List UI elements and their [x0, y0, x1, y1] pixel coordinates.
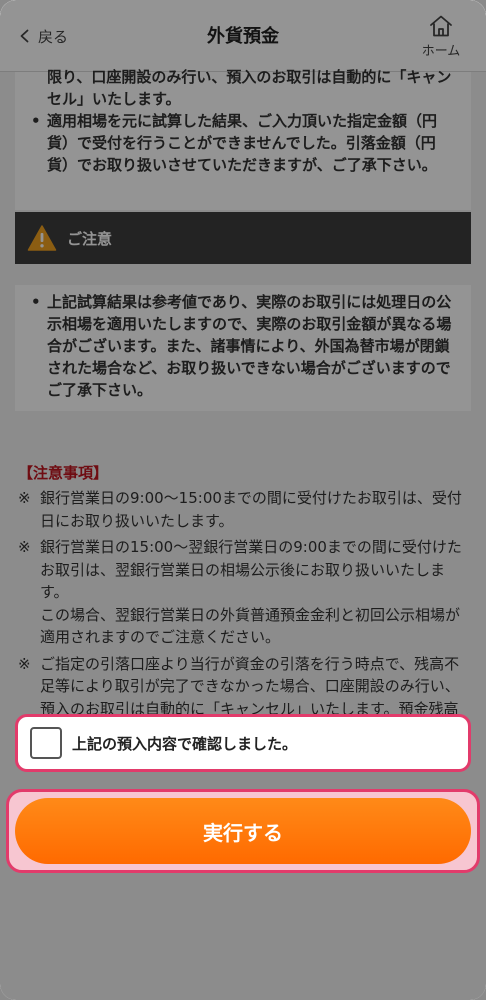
- app-header: 戻る 外貨預金 ホーム: [0, 0, 486, 72]
- home-icon: [430, 15, 452, 37]
- execute-highlight: 実行する: [6, 789, 480, 873]
- execute-button[interactable]: 実行する: [15, 798, 471, 864]
- caution-panel: 上記試算結果は参考値であり、実際のお取引には処理日の公示相場を適用いたしますので…: [15, 285, 471, 411]
- confirm-label[interactable]: 上記の預入内容で確認しました。: [72, 733, 297, 754]
- warning-triangle-icon: [27, 225, 57, 251]
- note-mark: ※: [18, 489, 31, 507]
- list-item: 適用相場を元に試算した結果、ご入力頂いた指定金額（円貨）で受付を行うことができま…: [25, 110, 457, 176]
- result-notice-panel: 限り、口座開設のみ行い、預入のお取引は自動的に「キャンセル」いたします。 適用相…: [15, 68, 471, 210]
- note-text: 銀行営業日の9:00〜15:00までの間に受付けたお取引は、受付日にお取り扱いい…: [40, 489, 462, 530]
- notes-title: 【注意事項】: [18, 464, 109, 482]
- caution-header-label: ご注意: [67, 229, 113, 248]
- caution-header: ご注意: [15, 212, 471, 264]
- list-item: 限り、口座開設のみ行い、預入のお取引は自動的に「キャンセル」いたします。: [47, 68, 452, 108]
- note-item: ※ 銀行営業日の9:00〜15:00までの間に受付けたお取引は、受付日にお取り扱…: [18, 487, 470, 532]
- page-title: 外貨預金: [207, 26, 279, 47]
- screen: 戻る 外貨預金 ホーム 限り、口座開設のみ行い、預入のお取引は自動的に「キャンセ…: [0, 0, 486, 1000]
- note-extra-text: この場合、翌銀行営業日の外貨普通預金金利と初回公示相場が適用されますのでご注意く…: [40, 605, 461, 647]
- caution-list: 上記試算結果は参考値であり、実際のお取引には処理日の公示相場を適用いたしますので…: [25, 291, 457, 401]
- note-item: ※ 銀行営業日の15:00〜翌銀行営業日の9:00までの間に受付けたお取引は、翌…: [18, 536, 470, 649]
- confirm-checkbox[interactable]: [30, 727, 62, 759]
- note-mark: ※: [18, 538, 31, 556]
- note-mark: ※: [18, 654, 31, 673]
- note-text: 銀行営業日の15:00〜翌銀行営業日の9:00までの間に受付けたお取引は、翌銀行…: [40, 538, 462, 601]
- home-label: ホーム: [421, 44, 461, 59]
- notes-section: 【注意事項】 ※ 銀行営業日の9:00〜15:00までの間に受付けたお取引は、受…: [18, 462, 470, 747]
- home-button[interactable]: ホーム: [416, 14, 466, 59]
- result-notice-list: 限り、口座開設のみ行い、預入のお取引は自動的に「キャンセル」いたします。 適用相…: [25, 66, 457, 176]
- list-item: 上記試算結果は参考値であり、実際のお取引には処理日の公示相場を適用いたしますので…: [25, 291, 457, 401]
- confirm-check-row[interactable]: 上記の預入内容で確認しました。: [15, 714, 471, 772]
